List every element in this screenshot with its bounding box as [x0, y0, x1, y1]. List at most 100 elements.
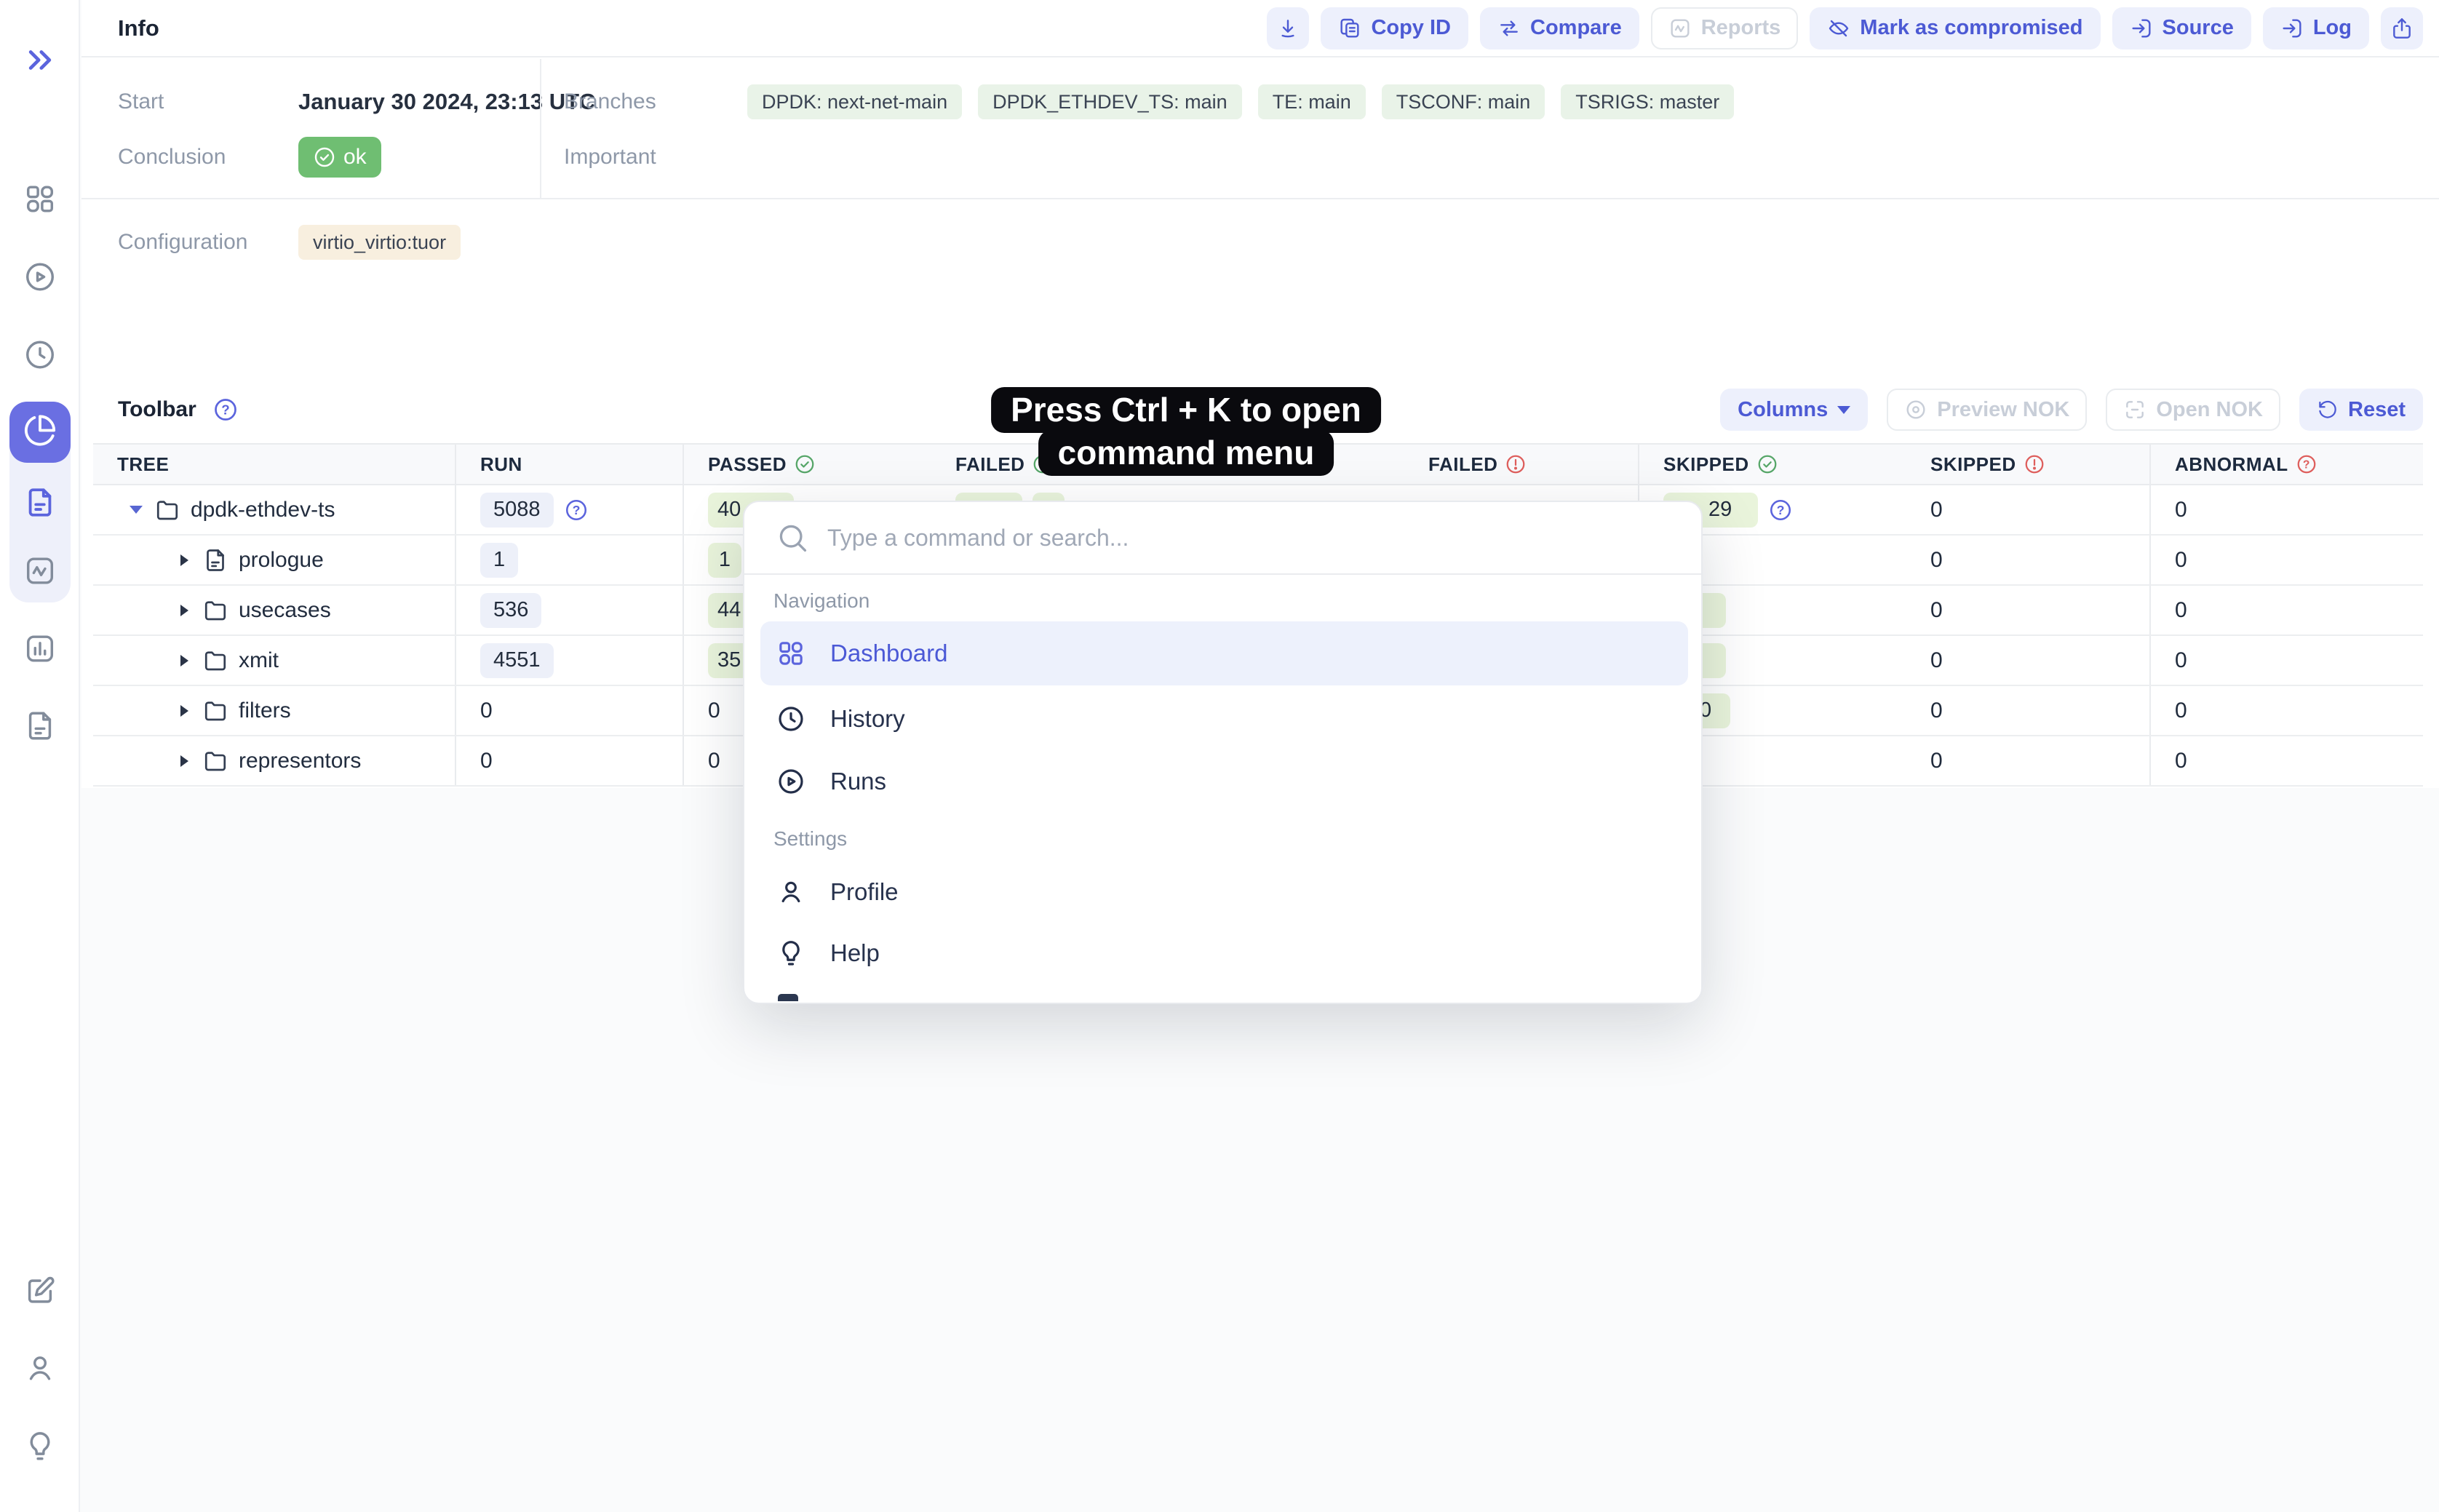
toolbar-title: Toolbar ?	[118, 397, 239, 423]
menu-item-dashboard[interactable]: Dashboard	[760, 621, 1688, 685]
caret-right-icon[interactable]	[176, 554, 192, 566]
file-icon	[202, 547, 228, 573]
sidebar-item-documents[interactable]	[23, 709, 57, 747]
menu-item-profile[interactable]: Profile	[776, 878, 899, 907]
menu-item-label: History	[830, 705, 905, 733]
history-icon	[23, 338, 57, 372]
sidebar-item-compose[interactable]	[23, 1275, 57, 1312]
abnormal-value: 0	[2175, 749, 2187, 773]
menu-section-navigation: Navigation	[773, 589, 870, 613]
menu-item-label: Profile	[830, 878, 899, 906]
svg-text:?: ?	[572, 502, 580, 517]
sidebar-item-charts[interactable]	[23, 632, 57, 669]
page-title: Info	[118, 15, 159, 41]
run-cell: 1	[456, 536, 684, 584]
grid-icon	[776, 639, 805, 668]
menu-item-runs[interactable]: Runs	[776, 767, 886, 796]
run-cell: 4551	[456, 636, 684, 685]
abnormal-value: 0	[2175, 598, 2187, 623]
column-header-label: TREE	[117, 453, 169, 476]
compare-button[interactable]: Compare	[1480, 7, 1639, 49]
search-icon	[776, 522, 808, 554]
branch-badge: TSRIGS: master	[1561, 84, 1734, 119]
column-header-label: SKIPPED	[1930, 453, 2016, 476]
branch-badges: DPDK: next-net-mainDPDK_ETHDEV_TS: mainT…	[747, 84, 1734, 119]
columns-button[interactable]: Columns	[1720, 389, 1868, 431]
copy-id-button[interactable]: Copy ID	[1321, 7, 1468, 49]
source-button[interactable]: Source	[2112, 7, 2251, 49]
skipped-unexpected-cell: 0	[1906, 636, 2151, 685]
column-header-skipped-ok: SKIPPED	[1639, 445, 1906, 484]
reports-button[interactable]: Reports	[1651, 7, 1799, 49]
start-label: Start	[118, 89, 164, 114]
conclusion-status-badge: ok	[298, 137, 381, 178]
command-search-input[interactable]	[827, 525, 1669, 552]
mark-as-compromised-button[interactable]: Mark as compromised	[1810, 7, 2100, 49]
hint-icon[interactable]: ?	[1768, 498, 1793, 522]
help-icon	[23, 1430, 57, 1463]
branch-badge: TE: main	[1258, 84, 1366, 119]
hint-icon[interactable]: ?	[564, 498, 589, 522]
open-nok-button[interactable]: Open NOK	[2106, 389, 2280, 431]
sidebar-item-profile[interactable]	[23, 1352, 57, 1389]
configuration-label: Configuration	[118, 230, 247, 255]
sidebar-item-history[interactable]	[23, 338, 57, 375]
tree-cell: xmit	[93, 636, 456, 685]
sidebar-item-run-report[interactable]	[23, 486, 57, 523]
sidebar-item-trends[interactable]	[23, 554, 57, 592]
column-header-label: SKIPPED	[1663, 453, 1749, 476]
toolbar-help-icon[interactable]: ?	[212, 397, 239, 423]
sidebar-item-help[interactable]	[23, 1430, 57, 1467]
green-count-badge: 1	[708, 543, 741, 578]
branch-badge: DPDK: next-net-main	[747, 84, 962, 119]
tree-cell: filters	[93, 686, 456, 735]
reset-label: Reset	[2348, 398, 2406, 422]
skipped-unexpected-value: 0	[1930, 498, 1943, 522]
abnormal-cell: 0	[2151, 485, 2423, 534]
download-icon	[1276, 17, 1300, 40]
caret-right-icon[interactable]	[176, 755, 192, 767]
folder-icon	[202, 698, 228, 724]
run-value: 0	[480, 749, 493, 773]
column-header-passed-ok: PASSED	[684, 445, 931, 484]
folder-icon	[202, 648, 228, 674]
preview-nok-button[interactable]: Preview NOK	[1887, 389, 2087, 431]
source-label: Source	[2163, 16, 2234, 40]
menu-section-settings: Settings	[773, 827, 847, 851]
share-button[interactable]	[2381, 7, 2423, 49]
sidebar-item-runs[interactable]	[23, 260, 57, 298]
run-report-icon	[23, 486, 57, 520]
column-header-label: ABNORMAL	[2175, 453, 2288, 476]
caret-right-icon[interactable]	[176, 605, 192, 616]
sidebar-item-dashboard[interactable]	[23, 183, 57, 220]
toolbar-actions: Columns Preview NOK Open NOK Reset	[1720, 389, 2423, 431]
info-divider-horizontal	[81, 198, 2439, 199]
sidebar-item-collapse[interactable]	[24, 44, 56, 80]
column-header-label: RUN	[480, 453, 522, 476]
menu-item-help[interactable]: Help	[776, 939, 880, 968]
important-label: Important	[564, 145, 656, 170]
folder-icon	[202, 748, 228, 774]
toolbar-title-text: Toolbar	[118, 397, 196, 422]
sidebar-item-reports[interactable]	[23, 414, 57, 451]
compose-icon	[23, 1275, 57, 1308]
caret-down-icon[interactable]	[128, 506, 144, 514]
caret-right-icon[interactable]	[176, 705, 192, 717]
caret-right-icon[interactable]	[176, 655, 192, 667]
menu-item-history[interactable]: History	[776, 704, 905, 733]
download-button[interactable]	[1267, 7, 1309, 49]
run-cell: 0	[456, 736, 684, 785]
tree-cell: representors	[93, 736, 456, 785]
reset-button[interactable]: Reset	[2299, 389, 2423, 431]
passed-value: 0	[708, 749, 720, 773]
reports-label: Reports	[1701, 16, 1781, 40]
status-err-icon	[2024, 453, 2045, 475]
keyboard-shortcut-tooltip: Press Ctrl + K to open command menu	[991, 387, 1381, 476]
clock-icon	[776, 704, 805, 733]
reports-icon	[23, 414, 57, 447]
skipped-unexpected-value: 0	[1930, 598, 1943, 623]
command-menu: Navigation Dashboard History Runs Settings Pr…	[743, 501, 1703, 1004]
log-button[interactable]: Log	[2263, 7, 2369, 49]
column-header-label: PASSED	[708, 453, 787, 476]
dashboard-icon	[23, 183, 57, 216]
